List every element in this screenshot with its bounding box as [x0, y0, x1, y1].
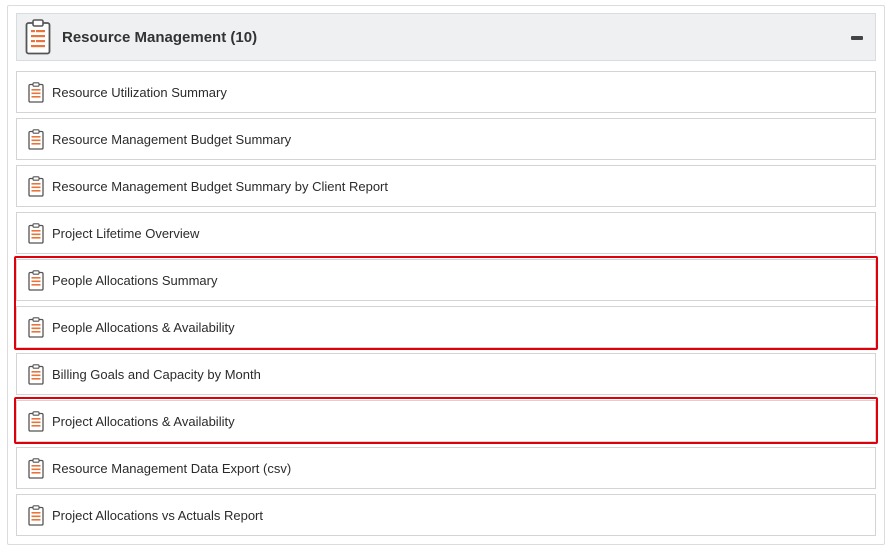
clipboard-report-icon	[28, 411, 44, 432]
clipboard-report-icon	[28, 505, 44, 526]
report-item-label: Resource Utilization Summary	[52, 85, 227, 100]
section-title: Resource Management (10)	[62, 29, 258, 46]
minus-icon[interactable]	[851, 36, 863, 40]
section-header[interactable]: Resource Management (10)	[16, 13, 876, 61]
report-item-people-allocations-summary[interactable]: People Allocations Summary	[16, 259, 876, 301]
report-item-project-allocations-availability[interactable]: Project Allocations & Availability	[16, 400, 876, 442]
clipboard-report-icon	[28, 176, 44, 197]
clipboard-report-icon	[25, 19, 51, 55]
report-item-label: Project Allocations & Availability	[52, 414, 235, 429]
clipboard-report-icon	[28, 317, 44, 338]
report-item-label: Project Lifetime Overview	[52, 226, 200, 241]
clipboard-report-icon	[28, 458, 44, 479]
report-item-label: Billing Goals and Capacity by Month	[52, 367, 261, 382]
report-item-label: Resource Management Budget Summary by Cl…	[52, 179, 388, 194]
report-item-billing-goals-capacity[interactable]: Billing Goals and Capacity by Month	[16, 353, 876, 395]
report-item-label: People Allocations Summary	[52, 273, 218, 288]
report-item-label: Resource Management Data Export (csv)	[52, 461, 292, 476]
report-item-project-lifetime-overview[interactable]: Project Lifetime Overview	[16, 212, 876, 254]
report-item-label: People Allocations & Availability	[52, 320, 235, 335]
report-item-allocations-vs-actuals[interactable]: Project Allocations vs Actuals Report	[16, 494, 876, 536]
report-item-people-allocations-availability[interactable]: People Allocations & Availability	[16, 306, 876, 348]
report-item-budget-summary-by-client[interactable]: Resource Management Budget Summary by Cl…	[16, 165, 876, 207]
report-item-resource-management-budget-summary[interactable]: Resource Management Budget Summary	[16, 118, 876, 160]
clipboard-report-icon	[28, 129, 44, 150]
report-item-resource-utilization-summary[interactable]: Resource Utilization Summary	[16, 71, 876, 113]
report-item-label: Resource Management Budget Summary	[52, 132, 292, 147]
clipboard-report-icon	[28, 270, 44, 291]
report-item-data-export-csv[interactable]: Resource Management Data Export (csv)	[16, 447, 876, 489]
report-item-label: Project Allocations vs Actuals Report	[52, 508, 263, 523]
clipboard-report-icon	[28, 223, 44, 244]
clipboard-report-icon	[28, 82, 44, 103]
clipboard-report-icon	[28, 364, 44, 385]
